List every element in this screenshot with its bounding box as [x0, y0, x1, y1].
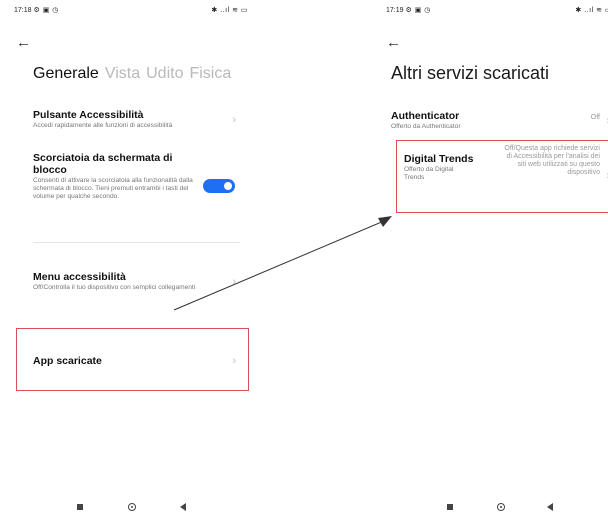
arrow-line [173, 220, 385, 311]
arrow-head [378, 216, 392, 227]
annotation-arrow [173, 216, 392, 311]
